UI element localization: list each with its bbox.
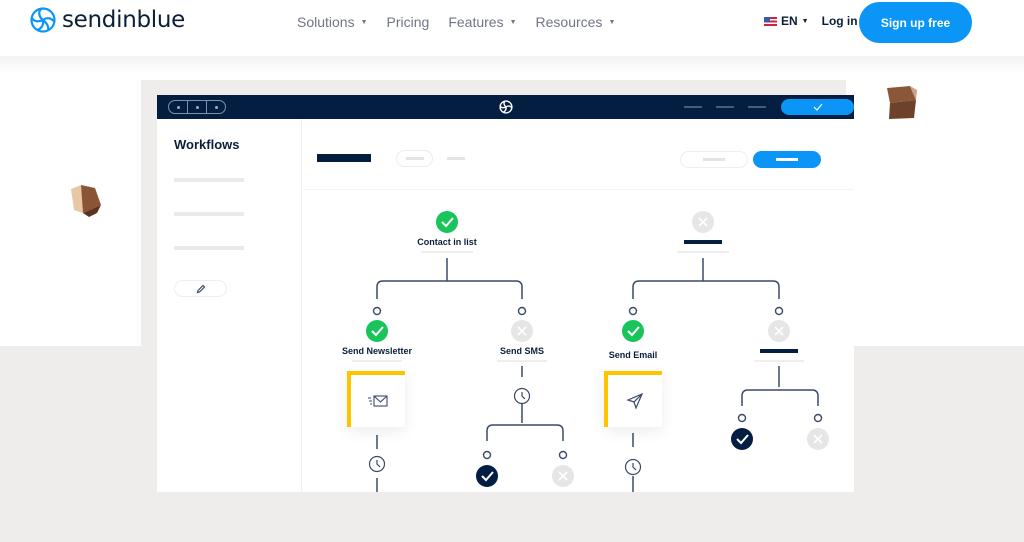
label-underline [421,251,473,253]
paper-plane-icon [626,392,644,410]
node-label-placeholder[interactable] [760,349,798,353]
connector-node [737,413,747,423]
node-label-send-newsletter[interactable]: Send Newsletter [342,346,412,356]
disabled-x-icon [511,320,533,342]
nav-pricing[interactable]: Pricing [387,14,430,30]
nav-solutions[interactable]: Solutions ▼ [297,14,368,30]
main-nav: Solutions ▼ Pricing Features ▼ Resources… [297,14,615,30]
connector-node [813,413,823,423]
node-label-send-sms[interactable]: Send SMS [500,346,544,356]
disabled-x-icon [768,320,790,342]
language-selector[interactable]: EN ▼ [764,14,809,28]
brand-logo[interactable]: sendinblue [30,7,185,33]
success-check-icon [436,211,458,233]
label-underline [497,360,547,362]
connector-node [774,306,784,316]
success-check-icon [622,320,644,342]
caret-down-icon: ▼ [801,17,809,25]
email-icon [368,395,388,407]
node-label-placeholder[interactable] [684,240,722,244]
connector-node [628,306,638,316]
app-mockup: Workflows Contact in list Send Newslette… [157,95,854,492]
site-header: sendinblue Solutions ▼ Pricing Features … [0,0,1024,56]
node-label-send-email[interactable]: Send Email [609,350,658,360]
caret-down-icon: ▼ [509,18,517,26]
label-underline [754,360,804,362]
nav-label: Solutions [297,14,355,30]
nav-resources[interactable]: Resources ▼ [536,14,616,30]
connector-node [372,306,382,316]
connector-node [517,306,527,316]
caret-down-icon: ▼ [608,18,616,26]
node-label-contact-in-list[interactable]: Contact in list [417,237,477,247]
disabled-x-icon [552,465,574,487]
nav-label: Pricing [386,14,430,30]
email-action-card[interactable] [604,371,662,427]
label-underline [352,360,402,362]
caret-down-icon: ▼ [360,18,368,26]
brand-name: sendinblue [62,7,185,33]
connector-node [558,450,568,460]
wooden-cube-icon [887,86,917,119]
nav-label: Resources [535,14,603,30]
language-label: EN [781,14,798,28]
success-check-icon [366,320,388,342]
signup-button[interactable]: Sign up free [859,2,972,43]
checked-icon [476,465,498,487]
connector-node [482,450,492,460]
disabled-x-icon [692,211,714,233]
clock-icon [368,455,386,473]
sendinblue-logo-icon [30,7,56,33]
label-underline [677,251,729,253]
nav-label: Features [448,14,504,30]
checked-icon [731,428,753,450]
clock-icon [624,458,642,476]
workflow-diagram [366,211,829,492]
disabled-x-icon [807,428,829,450]
login-link[interactable]: Log in [822,14,858,28]
us-flag-icon [764,16,777,26]
newsletter-action-card[interactable] [347,371,405,427]
header-shadow [0,56,1024,74]
wooden-cube-icon [71,185,101,217]
clock-icon [513,387,531,405]
nav-features[interactable]: Features ▼ [448,14,516,30]
header-actions: EN ▼ Log in [764,14,858,28]
